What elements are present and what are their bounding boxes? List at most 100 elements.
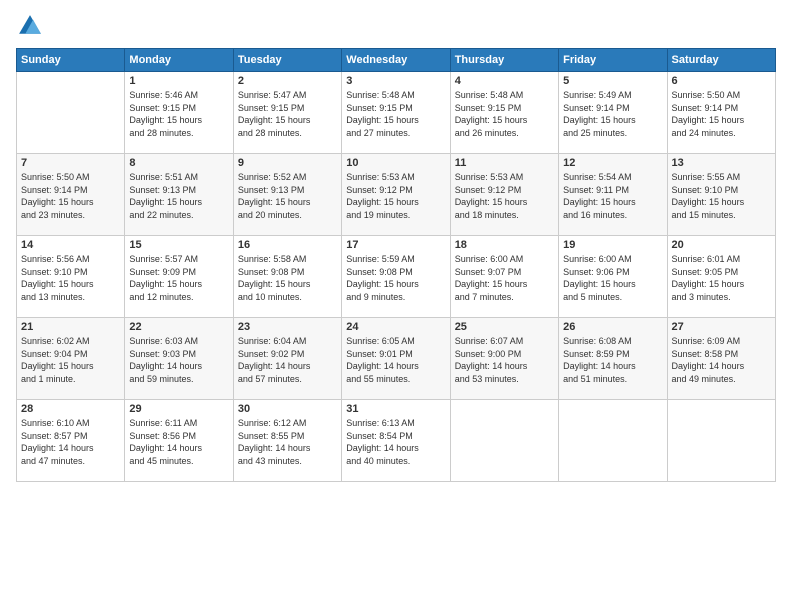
day-number: 6 [672, 75, 771, 87]
day-number: 2 [238, 75, 337, 87]
day-cell: 26 Sunrise: 6:08 AM Sunset: 8:59 PM Dayli… [559, 318, 667, 400]
day-cell: 3Sunrise: 5:48 AM Sunset: 9:15 PM Daylig… [342, 72, 450, 154]
page: SundayMondayTuesdayWednesdayThursdayFrid… [0, 0, 792, 612]
day-info: Sunrise: 6:12 AM Sunset: 8:55 PM Dayligh… [238, 417, 337, 467]
header-cell-monday: Monday [125, 49, 233, 72]
day-number: 13 [672, 157, 771, 169]
day-info: Sunrise: 5:53 AM Sunset: 9:12 PM Dayligh… [455, 171, 554, 221]
day-cell: 6 Sunrise: 5:50 AM Sunset: 9:14 PM Daylig… [667, 72, 775, 154]
day-cell [667, 400, 775, 482]
day-number: 4 [455, 75, 554, 87]
day-info: Sunrise: 5:53 AM Sunset: 9:12 PM Dayligh… [346, 171, 445, 221]
day-number: 19 [563, 239, 662, 251]
day-cell: 31Sunrise: 6:13 AM Sunset: 8:54 PM Dayli… [342, 400, 450, 482]
header-row: SundayMondayTuesdayWednesdayThursdayFrid… [17, 49, 776, 72]
day-cell [450, 400, 558, 482]
header-cell-sunday: Sunday [17, 49, 125, 72]
week-row-5: 28Sunrise: 6:10 AM Sunset: 8:57 PM Dayli… [17, 400, 776, 482]
day-number: 17 [346, 239, 445, 251]
day-info: Sunrise: 6:11 AM Sunset: 8:56 PM Dayligh… [129, 417, 228, 467]
day-info: Sunrise: 5:50 AM Sunset: 9:14 PM Dayligh… [21, 171, 120, 221]
week-row-2: 7 Sunrise: 5:50 AM Sunset: 9:14 PM Daylig… [17, 154, 776, 236]
day-cell [17, 72, 125, 154]
day-info: Sunrise: 6:00 AM Sunset: 9:07 PM Dayligh… [455, 253, 554, 303]
day-number: 1 [129, 75, 228, 87]
day-cell [559, 400, 667, 482]
header-cell-thursday: Thursday [450, 49, 558, 72]
day-number: 16 [238, 239, 337, 251]
day-number: 21 [21, 321, 120, 333]
day-info: Sunrise: 5:48 AM Sunset: 9:15 PM Dayligh… [455, 89, 554, 139]
day-number: 15 [129, 239, 228, 251]
day-number: 28 [21, 403, 120, 415]
day-number: 11 [455, 157, 554, 169]
day-cell: 9Sunrise: 5:52 AM Sunset: 9:13 PM Daylig… [233, 154, 341, 236]
header-cell-tuesday: Tuesday [233, 49, 341, 72]
day-cell: 20 Sunrise: 6:01 AM Sunset: 9:05 PM Dayli… [667, 236, 775, 318]
day-cell: 21 Sunrise: 6:02 AM Sunset: 9:04 PM Dayli… [17, 318, 125, 400]
day-number: 24 [346, 321, 445, 333]
day-cell: 29 Sunrise: 6:11 AM Sunset: 8:56 PM Dayli… [125, 400, 233, 482]
day-number: 10 [346, 157, 445, 169]
day-cell: 18Sunrise: 6:00 AM Sunset: 9:07 PM Dayli… [450, 236, 558, 318]
day-number: 29 [129, 403, 228, 415]
day-cell: 22Sunrise: 6:03 AM Sunset: 9:03 PM Dayli… [125, 318, 233, 400]
day-info: Sunrise: 5:59 AM Sunset: 9:08 PM Dayligh… [346, 253, 445, 303]
day-info: Sunrise: 6:01 AM Sunset: 9:05 PM Dayligh… [672, 253, 771, 303]
day-info: Sunrise: 5:54 AM Sunset: 9:11 PM Dayligh… [563, 171, 662, 221]
logo [16, 12, 48, 40]
day-info: Sunrise: 6:04 AM Sunset: 9:02 PM Dayligh… [238, 335, 337, 385]
day-number: 14 [21, 239, 120, 251]
header-cell-wednesday: Wednesday [342, 49, 450, 72]
day-cell: 16 Sunrise: 5:58 AM Sunset: 9:08 PM Dayli… [233, 236, 341, 318]
day-info: Sunrise: 6:07 AM Sunset: 9:00 PM Dayligh… [455, 335, 554, 385]
day-cell: 19Sunrise: 6:00 AM Sunset: 9:06 PM Dayli… [559, 236, 667, 318]
day-number: 23 [238, 321, 337, 333]
header-cell-saturday: Saturday [667, 49, 775, 72]
day-cell: 13 Sunrise: 5:55 AM Sunset: 9:10 PM Dayli… [667, 154, 775, 236]
day-number: 30 [238, 403, 337, 415]
day-cell: 8Sunrise: 5:51 AM Sunset: 9:13 PM Daylig… [125, 154, 233, 236]
day-info: Sunrise: 6:05 AM Sunset: 9:01 PM Dayligh… [346, 335, 445, 385]
calendar-body: 1 Sunrise: 5:46 AM Sunset: 9:15 PM Daylig… [17, 72, 776, 482]
week-row-3: 14 Sunrise: 5:56 AM Sunset: 9:10 PM Dayli… [17, 236, 776, 318]
day-number: 3 [346, 75, 445, 87]
day-info: Sunrise: 5:52 AM Sunset: 9:13 PM Dayligh… [238, 171, 337, 221]
day-info: Sunrise: 5:49 AM Sunset: 9:14 PM Dayligh… [563, 89, 662, 139]
day-cell: 1 Sunrise: 5:46 AM Sunset: 9:15 PM Daylig… [125, 72, 233, 154]
day-info: Sunrise: 5:56 AM Sunset: 9:10 PM Dayligh… [21, 253, 120, 303]
day-info: Sunrise: 5:55 AM Sunset: 9:10 PM Dayligh… [672, 171, 771, 221]
header-cell-friday: Friday [559, 49, 667, 72]
day-cell: 25 Sunrise: 6:07 AM Sunset: 9:00 PM Dayli… [450, 318, 558, 400]
day-cell: 12Sunrise: 5:54 AM Sunset: 9:11 PM Dayli… [559, 154, 667, 236]
day-info: Sunrise: 5:58 AM Sunset: 9:08 PM Dayligh… [238, 253, 337, 303]
day-info: Sunrise: 5:51 AM Sunset: 9:13 PM Dayligh… [129, 171, 228, 221]
day-cell: 24 Sunrise: 6:05 AM Sunset: 9:01 PM Dayli… [342, 318, 450, 400]
day-info: Sunrise: 6:08 AM Sunset: 8:59 PM Dayligh… [563, 335, 662, 385]
day-info: Sunrise: 5:47 AM Sunset: 9:15 PM Dayligh… [238, 89, 337, 139]
day-cell: 17 Sunrise: 5:59 AM Sunset: 9:08 PM Dayli… [342, 236, 450, 318]
logo-icon [16, 12, 44, 40]
day-number: 25 [455, 321, 554, 333]
day-number: 27 [672, 321, 771, 333]
day-cell: 23 Sunrise: 6:04 AM Sunset: 9:02 PM Dayli… [233, 318, 341, 400]
day-cell: 5 Sunrise: 5:49 AM Sunset: 9:14 PM Daylig… [559, 72, 667, 154]
day-info: Sunrise: 5:57 AM Sunset: 9:09 PM Dayligh… [129, 253, 228, 303]
day-cell: 27Sunrise: 6:09 AM Sunset: 8:58 PM Dayli… [667, 318, 775, 400]
day-cell: 11 Sunrise: 5:53 AM Sunset: 9:12 PM Dayli… [450, 154, 558, 236]
week-row-1: 1 Sunrise: 5:46 AM Sunset: 9:15 PM Daylig… [17, 72, 776, 154]
day-number: 7 [21, 157, 120, 169]
header [16, 12, 776, 40]
day-cell: 7 Sunrise: 5:50 AM Sunset: 9:14 PM Daylig… [17, 154, 125, 236]
day-cell: 4 Sunrise: 5:48 AM Sunset: 9:15 PM Daylig… [450, 72, 558, 154]
day-info: Sunrise: 6:03 AM Sunset: 9:03 PM Dayligh… [129, 335, 228, 385]
day-number: 5 [563, 75, 662, 87]
day-info: Sunrise: 6:02 AM Sunset: 9:04 PM Dayligh… [21, 335, 120, 385]
day-cell: 2 Sunrise: 5:47 AM Sunset: 9:15 PM Daylig… [233, 72, 341, 154]
day-cell: 30 Sunrise: 6:12 AM Sunset: 8:55 PM Dayli… [233, 400, 341, 482]
day-info: Sunrise: 5:50 AM Sunset: 9:14 PM Dayligh… [672, 89, 771, 139]
day-cell: 28Sunrise: 6:10 AM Sunset: 8:57 PM Dayli… [17, 400, 125, 482]
day-info: Sunrise: 5:46 AM Sunset: 9:15 PM Dayligh… [129, 89, 228, 139]
day-number: 20 [672, 239, 771, 251]
day-number: 26 [563, 321, 662, 333]
